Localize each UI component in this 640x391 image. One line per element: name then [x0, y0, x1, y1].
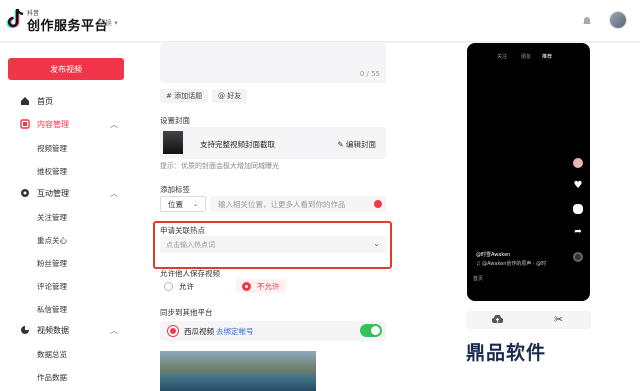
phone-tab-recommend: 推荐	[542, 54, 553, 60]
sync-toggle[interactable]	[360, 324, 382, 337]
save-permission-title: 允许他人保存视频	[160, 269, 220, 278]
edit-cover-button[interactable]: ✎ 编辑封面	[337, 139, 376, 150]
home-icon	[21, 97, 29, 105]
phone-avatar	[573, 158, 583, 168]
cover-hint: 提示：优质的封面会极大增加同城曝光	[160, 162, 279, 170]
publish-video-button[interactable]: 发布视频	[8, 58, 124, 80]
switch-button[interactable]: 切换 ▾	[98, 18, 118, 28]
chevron-down-icon: ⌄	[373, 239, 380, 248]
chevron-up-icon: ︿	[110, 325, 118, 335]
sync-platform-name: 西瓜视频	[184, 327, 214, 336]
douyin-logo-icon	[6, 8, 24, 29]
sidebar-item-interaction[interactable]: 互动管理 ︿	[0, 184, 136, 202]
avatar[interactable]	[609, 11, 627, 29]
upload-icon[interactable]	[492, 315, 503, 325]
comment-icon	[573, 204, 583, 214]
description-textarea[interactable]: 0 / 55	[160, 43, 386, 83]
cover-thumbnail[interactable]	[163, 131, 183, 154]
phone-author: @时雪Awaken	[476, 252, 511, 258]
location-placeholder: 输入相关位置，让更多人看到你的作品	[218, 199, 346, 209]
sidebar-item-works-data[interactable]: 作品数据	[37, 372, 67, 383]
phone-tab-friends: 朋友	[521, 54, 532, 60]
interaction-icon	[21, 189, 29, 197]
top-bar: 抖音 创作服务平台 切换 ▾	[0, 0, 640, 42]
cover-preview-image	[160, 351, 316, 391]
tag-type-value: 位置	[168, 199, 183, 209]
sidebar: 发布视频 首页 内容管理 ︿ 视频管理 维权管理 互动管理 ︿ 关注管理 重点关…	[0, 43, 136, 391]
allow-radio[interactable]: 允许	[164, 279, 194, 293]
sync-section-title: 同步到其他平台	[160, 308, 213, 317]
platform-title: 创作服务平台	[27, 19, 109, 34]
watermark: 鼎品软件	[466, 342, 547, 364]
disallow-label: 不允许	[257, 281, 280, 291]
sidebar-item-key-care[interactable]: 重点关心	[37, 235, 67, 246]
xigua-icon	[168, 326, 178, 336]
cover-panel: 支持完整视频封面截取 ✎ 编辑封面	[160, 127, 386, 159]
radio-checked-icon	[242, 281, 251, 291]
tag-type-select[interactable]: 位置 ⌄	[160, 196, 206, 212]
allow-label: 允许	[179, 281, 194, 291]
tag-section-title: 添加标签	[160, 185, 190, 194]
sidebar-item-label: 内容管理	[37, 119, 69, 129]
char-count: 0 / 55	[359, 70, 380, 78]
hot-topic-select[interactable]: 点击输入热点词 ⌄	[160, 236, 386, 253]
phone-tab-follow: 关注	[497, 54, 508, 60]
sidebar-item-label: 互动管理	[37, 188, 69, 198]
sidebar-item-follow[interactable]: 关注管理	[37, 212, 67, 223]
sidebar-item-data-overview[interactable]: 数据总览	[37, 349, 67, 360]
sidebar-item-label: 视频数据	[37, 325, 69, 335]
publish-form: 0 / 55 # 添加话题 @ 好友 设置封面 支持完整视频封面截取 ✎ 编辑封…	[136, 43, 400, 391]
chevron-up-icon: ︿	[110, 119, 118, 129]
sync-platform-row: 西瓜视频 去绑定帐号	[160, 321, 386, 341]
bell-icon[interactable]	[581, 15, 593, 27]
sidebar-item-fans[interactable]: 粉丝管理	[37, 258, 67, 269]
hot-topic-placeholder: 点击输入热点词	[166, 240, 215, 249]
scissors-icon[interactable]: ✂	[554, 313, 563, 326]
chevron-down-icon: ⌄	[193, 200, 199, 208]
mention-friend-button[interactable]: @ 好友	[212, 89, 248, 103]
heart-icon: ♥	[573, 180, 583, 191]
hot-topic-title: 申请关联热点	[160, 226, 205, 235]
sidebar-item-messages[interactable]: 私信管理	[37, 304, 67, 315]
disallow-radio[interactable]: 不允许	[236, 279, 286, 293]
sidebar-item-label: 首页	[37, 96, 53, 106]
content-icon	[20, 119, 30, 129]
preview-actions: ✂	[466, 311, 591, 329]
radio-circle-icon	[164, 281, 173, 291]
chevron-up-icon: ︿	[110, 188, 118, 198]
add-topic-button[interactable]: # 添加话题	[160, 89, 209, 103]
sidebar-item-video-data[interactable]: 视频数据 ︿	[0, 321, 136, 339]
cover-section-title: 设置封面	[160, 116, 190, 125]
location-input[interactable]: 输入相关位置，让更多人看到你的作品	[210, 196, 386, 212]
music-disc-icon	[573, 252, 583, 262]
cover-description: 支持完整视频封面截取	[200, 140, 275, 149]
chart-icon	[21, 326, 29, 334]
sidebar-item-video-manage[interactable]: 视频管理	[37, 143, 67, 154]
sidebar-item-content[interactable]: 内容管理 ︿	[0, 115, 136, 133]
clear-icon[interactable]	[374, 200, 382, 208]
bind-account-link[interactable]: 去绑定帐号	[216, 326, 254, 337]
sidebar-item-comments[interactable]: 评论管理	[37, 281, 67, 292]
share-icon: ➦	[574, 227, 582, 237]
phone-music: ♫ @Awaken创作的原声 · @时	[476, 261, 547, 267]
sidebar-item-rights-manage[interactable]: 维权管理	[37, 166, 67, 177]
phone-nav-home: 首页	[473, 276, 484, 282]
sidebar-item-home[interactable]: 首页	[0, 92, 136, 110]
